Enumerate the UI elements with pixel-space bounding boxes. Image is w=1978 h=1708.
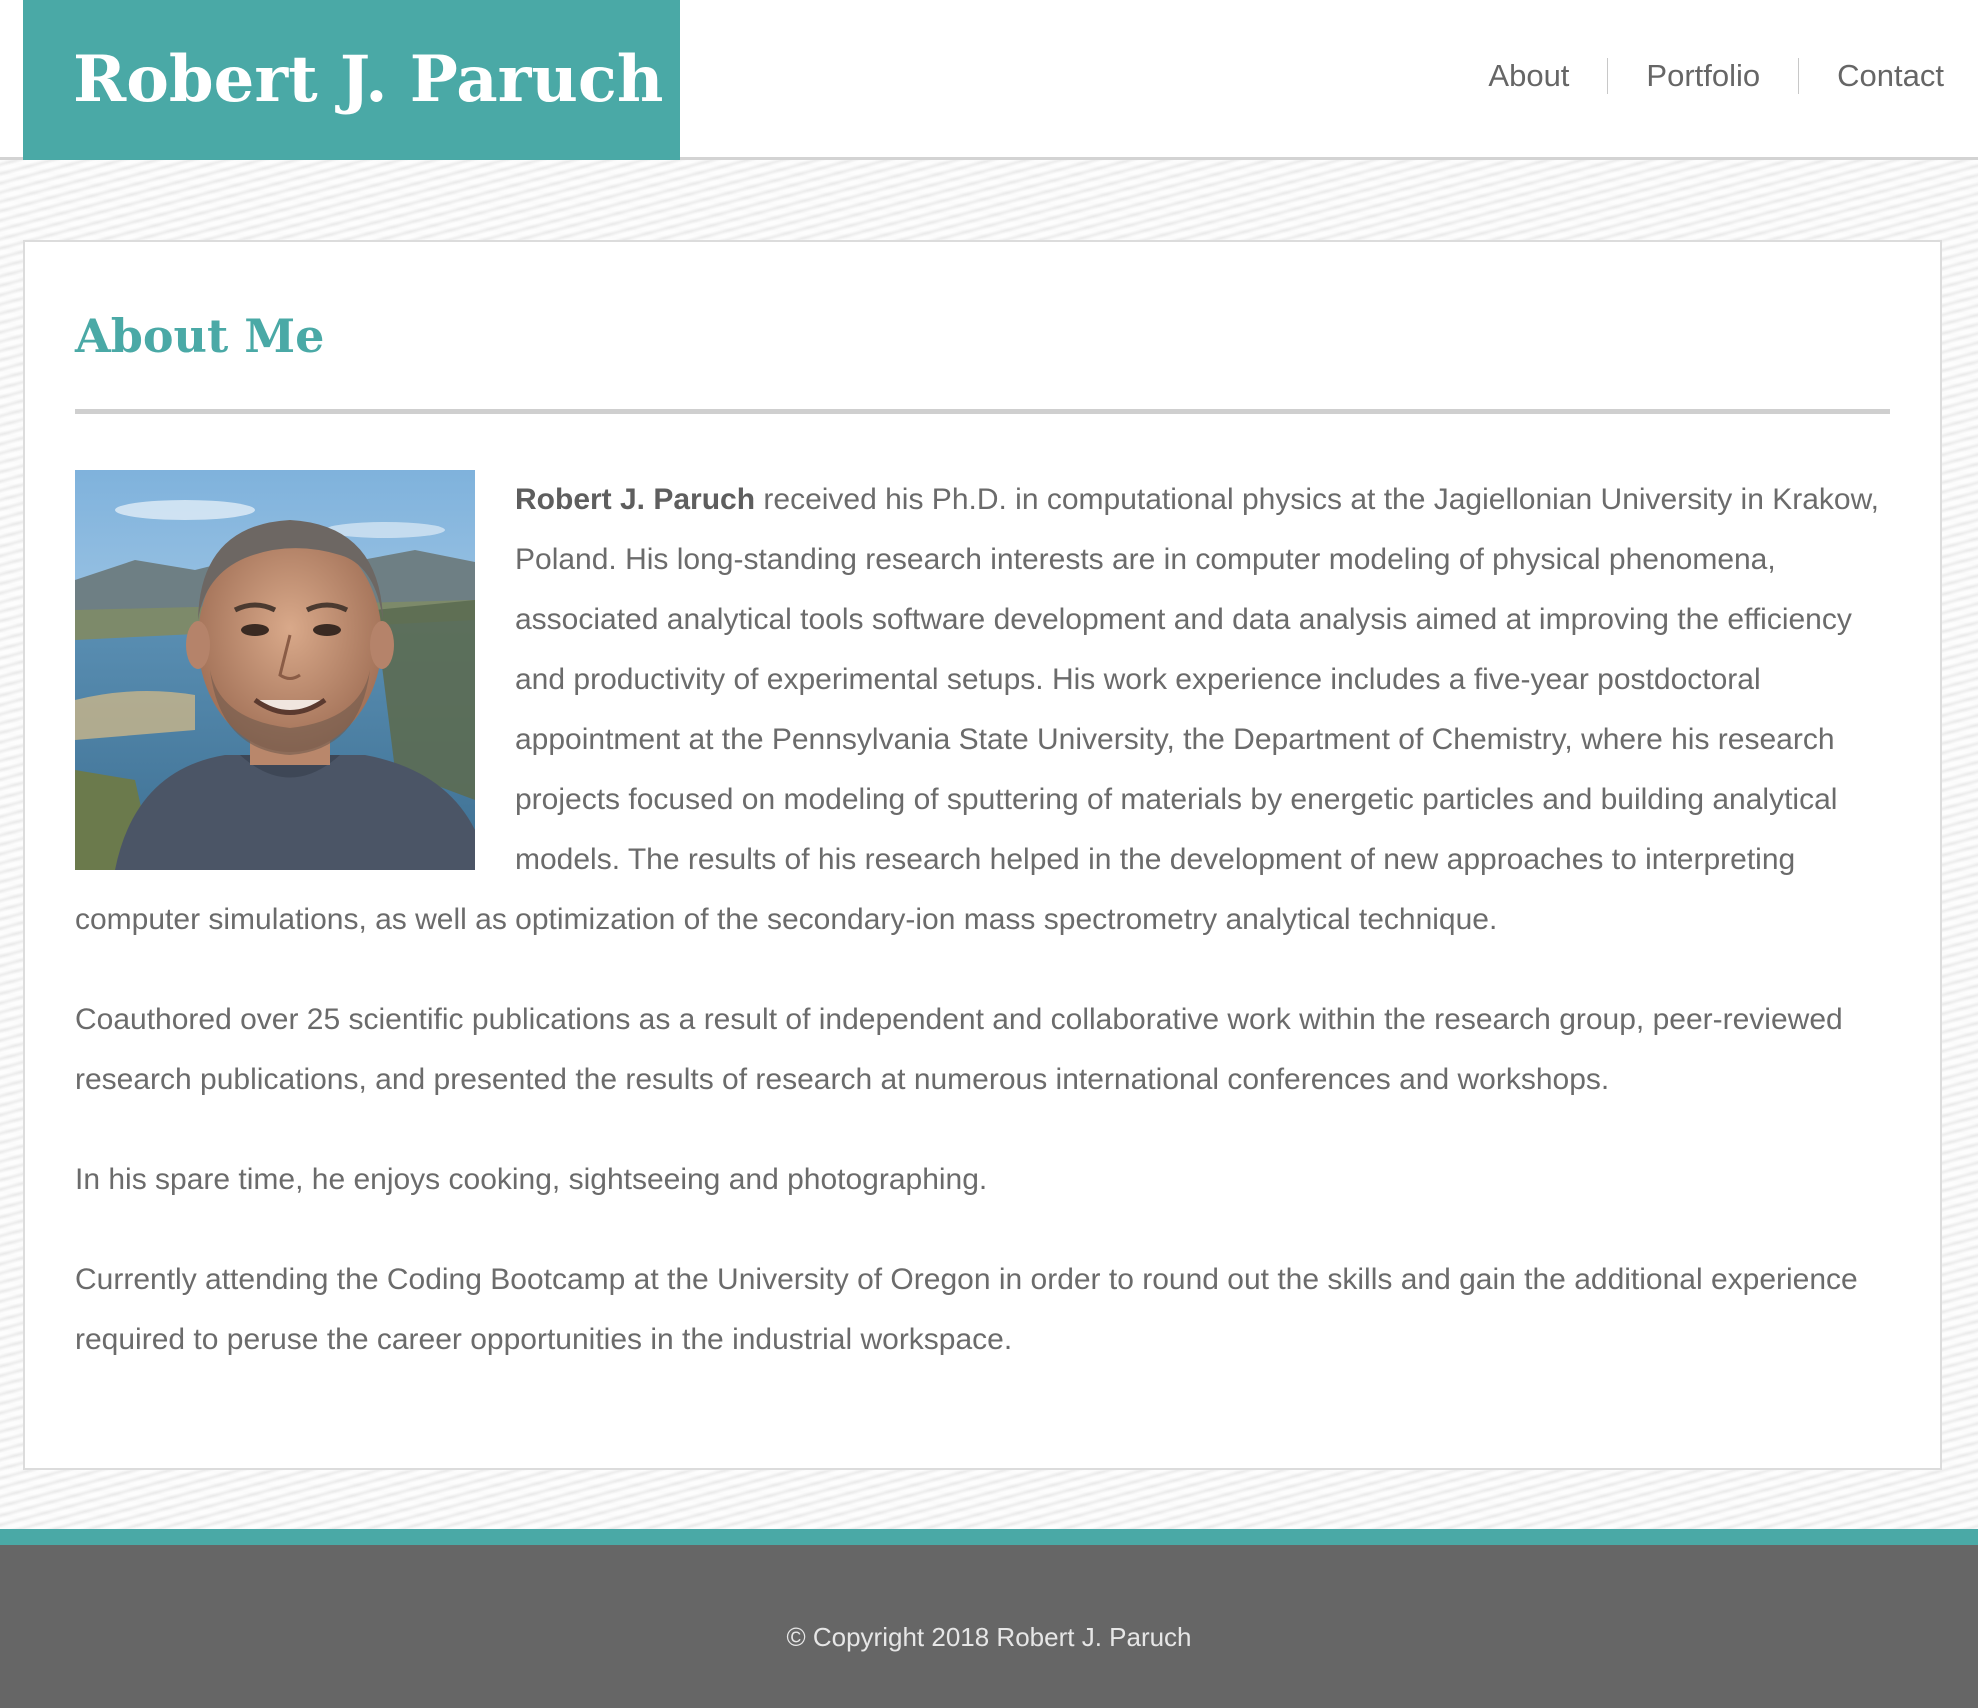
publications-paragraph: Coauthored over 25 scientific publicatio… — [75, 1003, 1843, 1096]
site-brand-link[interactable]: Robert J. Paruch — [23, 0, 680, 160]
main-nav: About Portfolio Contact — [1450, 58, 1944, 94]
title-divider — [75, 409, 1890, 414]
footer-copyright: © Copyright 2018 Robert J. Paruch — [786, 1622, 1192, 1652]
site-footer: © Copyright 2018 Robert J. Paruch — [0, 1545, 1978, 1708]
profile-photo-illustration — [75, 470, 475, 870]
page-title: About Me — [75, 309, 325, 363]
footer-accent-bar — [0, 1529, 1978, 1545]
site-header: Robert J. Paruch About Portfolio Contact — [0, 0, 1978, 160]
about-card: About Me Robert J. Paruch received his P… — [23, 240, 1942, 1470]
about-content: Robert J. Paruch received his Ph.D. in c… — [75, 470, 1890, 1370]
profile-photo — [75, 470, 475, 870]
intro-name: Robert J. Paruch — [515, 483, 756, 516]
nav-link-portfolio[interactable]: Portfolio — [1607, 58, 1798, 94]
bootcamp-paragraph: Currently attending the Coding Bootcamp … — [75, 1263, 1858, 1356]
nav-link-contact[interactable]: Contact — [1798, 58, 1944, 94]
nav-link-about[interactable]: About — [1450, 58, 1607, 94]
hobbies-paragraph: In his spare time, he enjoys cooking, si… — [75, 1163, 988, 1196]
